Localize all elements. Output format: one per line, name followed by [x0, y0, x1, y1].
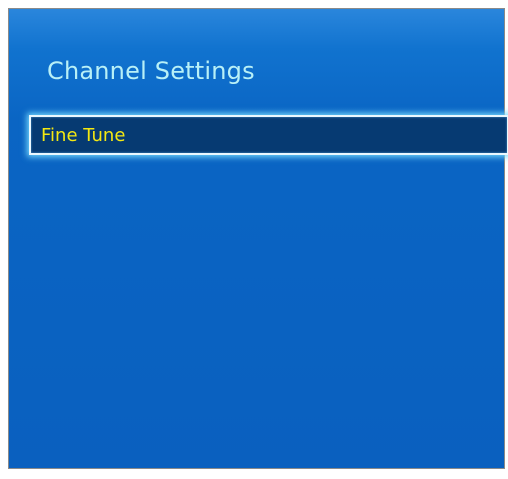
menu-item-fine-tune[interactable]: Fine Tune — [29, 115, 508, 155]
menu-item-label: Fine Tune — [41, 125, 126, 146]
page-title: Channel Settings — [47, 57, 255, 85]
channel-settings-panel: Channel Settings Fine Tune — [8, 8, 508, 469]
